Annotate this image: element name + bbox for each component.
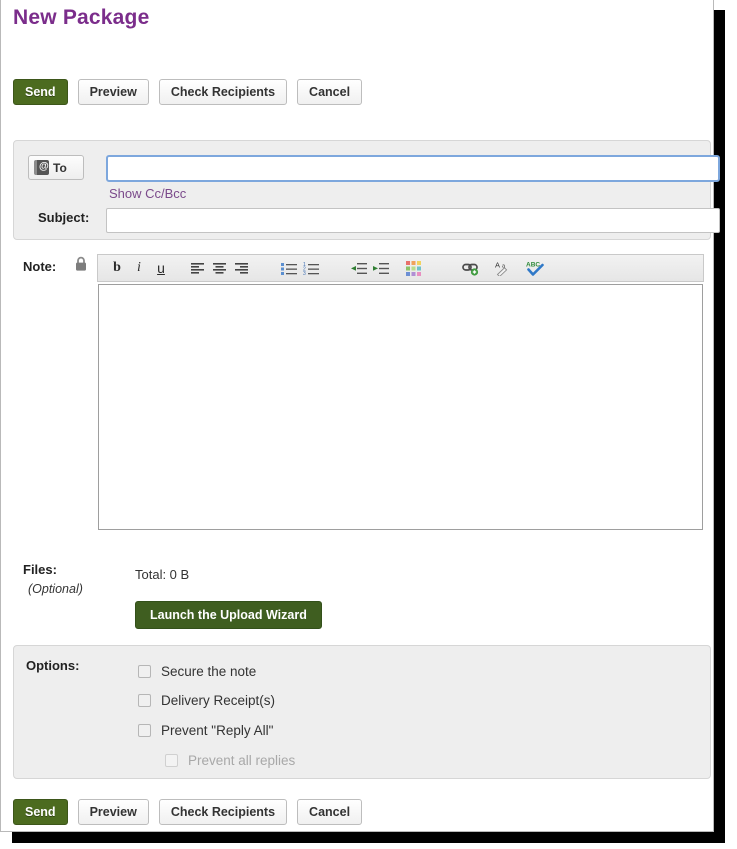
page-title: New Package — [13, 6, 150, 29]
preview-button-top[interactable]: Preview — [77, 79, 149, 105]
options-label: Options: — [26, 658, 80, 673]
window-shadow-right — [714, 10, 725, 842]
to-input[interactable] — [106, 155, 720, 182]
note-editor-toolbar: b i u 1 2 3 A a ABC — [97, 254, 704, 282]
files-optional-label: (Optional) — [28, 582, 83, 596]
option-label-delivery-receipts: Delivery Receipt(s) — [161, 693, 276, 708]
window-shadow-bottom — [12, 832, 725, 843]
launch-upload-wizard-button[interactable]: Launch the Upload Wizard — [135, 601, 322, 629]
to-picker-button[interactable]: To — [28, 155, 84, 180]
check-recipients-button-top[interactable]: Check Recipients — [158, 79, 288, 105]
font-format-icon[interactable]: A a — [492, 257, 514, 279]
checkbox-prevent-reply-all[interactable] — [138, 724, 151, 737]
subject-label: Subject: — [38, 210, 90, 225]
option-label-prevent-all-replies: Prevent all replies — [188, 753, 296, 768]
bullet-list-icon[interactable] — [278, 257, 300, 279]
svg-text:3: 3 — [303, 271, 306, 275]
action-bar-top: Send Preview Check Recipients Cancel — [13, 79, 363, 105]
checkbox-prevent-all-replies — [165, 754, 178, 767]
cancel-button-top[interactable]: Cancel — [297, 79, 363, 105]
align-center-icon[interactable] — [208, 257, 230, 279]
option-label-secure-note: Secure the note — [161, 664, 257, 679]
option-row-secure-note[interactable]: Secure the note — [138, 664, 256, 679]
spellcheck-icon[interactable]: ABC — [524, 257, 546, 279]
option-row-prevent-all-replies: Prevent all replies — [165, 753, 295, 768]
outdent-icon[interactable] — [348, 257, 370, 279]
subject-input[interactable] — [106, 208, 720, 233]
color-palette-icon[interactable] — [402, 257, 424, 279]
bold-icon[interactable]: b — [106, 257, 128, 279]
send-button-top[interactable]: Send — [13, 79, 68, 105]
italic-icon[interactable]: i — [128, 257, 150, 279]
note-editor: b i u 1 2 3 A a ABC — [97, 254, 704, 531]
checkbox-secure-note[interactable] — [138, 665, 151, 678]
screenshot-root: New Package Send Preview Check Recipient… — [0, 0, 737, 849]
recipients-panel: To Show Cc/Bcc Subject: — [13, 140, 720, 240]
new-package-card: New Package Send Preview Check Recipient… — [0, 0, 720, 832]
preview-button-bottom[interactable]: Preview — [77, 799, 149, 825]
underline-icon[interactable]: u — [150, 257, 172, 279]
insert-link-icon[interactable] — [460, 257, 482, 279]
cancel-button-bottom[interactable]: Cancel — [297, 799, 363, 825]
numbered-list-icon[interactable]: 1 2 3 — [300, 257, 322, 279]
address-book-icon — [34, 159, 49, 175]
option-row-prevent-reply-all[interactable]: Prevent "Reply All" — [138, 723, 273, 738]
action-bar-bottom: Send Preview Check Recipients Cancel — [13, 799, 363, 825]
checkbox-delivery-receipts[interactable] — [138, 694, 151, 707]
send-button-bottom[interactable]: Send — [13, 799, 68, 825]
option-row-delivery-receipts[interactable]: Delivery Receipt(s) — [138, 693, 275, 708]
options-panel: Options: Secure the note Delivery Receip… — [13, 645, 711, 779]
to-button-label: To — [53, 160, 67, 175]
files-label: Files: — [23, 562, 57, 577]
padlock-icon — [76, 256, 86, 271]
show-cc-bcc-link[interactable]: Show Cc/Bcc — [109, 186, 186, 201]
note-label: Note: — [23, 259, 57, 274]
indent-icon[interactable] — [370, 257, 392, 279]
align-right-icon[interactable] — [230, 257, 252, 279]
note-body-input[interactable] — [98, 284, 703, 530]
align-left-icon[interactable] — [186, 257, 208, 279]
svg-text:A: A — [495, 261, 500, 270]
option-label-prevent-reply-all: Prevent "Reply All" — [161, 723, 274, 738]
check-recipients-button-bottom[interactable]: Check Recipients — [158, 799, 288, 825]
files-total: Total: 0 B — [135, 567, 190, 582]
